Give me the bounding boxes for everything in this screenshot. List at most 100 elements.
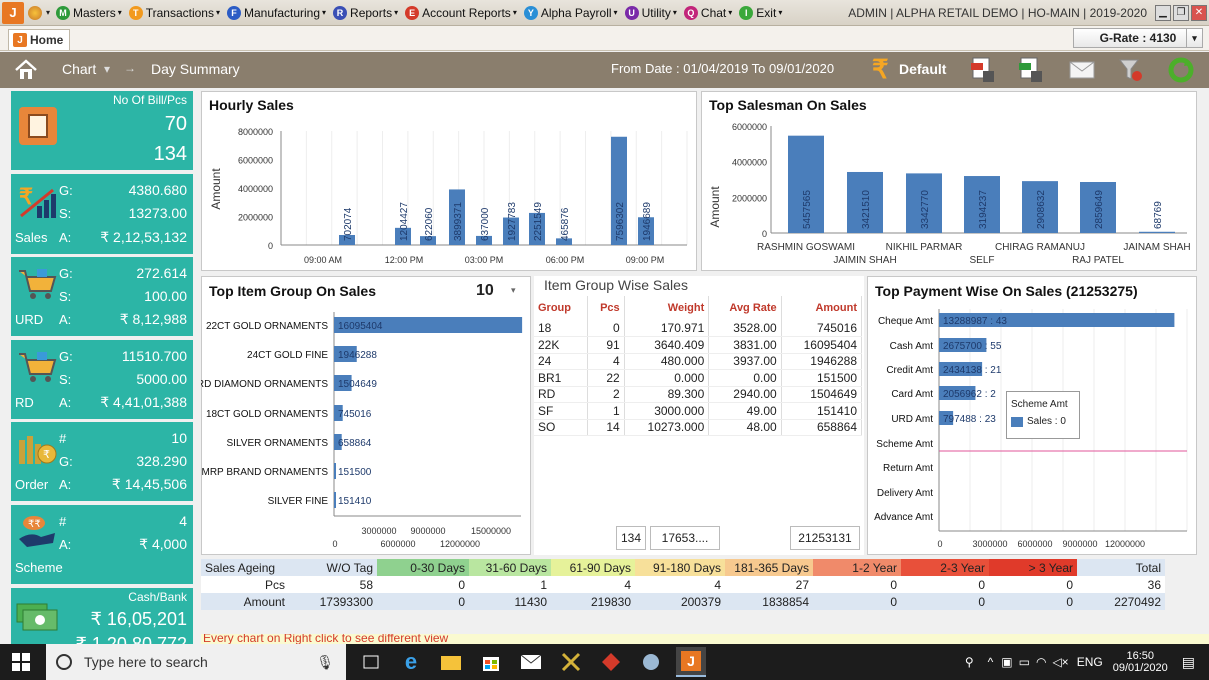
paint-app-icon[interactable] — [636, 647, 666, 677]
notification-icon[interactable]: ▤ — [1182, 654, 1195, 671]
chevron-up-icon[interactable]: ^ — [988, 655, 994, 669]
item-group-table: Group Pcs Weight Avg Rate Amount 18 0 170.971 3… — [534, 296, 863, 436]
table-row[interactable]: SO 14 10273.000 48.00 658864 — [534, 419, 863, 436]
menu-item-5[interactable]: Y Alpha Payroll ▾ — [523, 5, 618, 20]
column-header[interactable]: Weight — [624, 296, 710, 320]
microphone-icon[interactable]: 🎙 — [316, 654, 334, 671]
hourly-sales-chart[interactable]: 0 2000000 4000000 6000000 8000000 Amount 70207… — [201, 91, 697, 271]
toolbar: Chart ▾ → Day Summary From Date : 01/04/… — [0, 52, 1209, 88]
tab-home[interactable]: J Home — [8, 29, 70, 50]
minimize-button[interactable]: ▁ — [1155, 4, 1171, 21]
column-header[interactable]: Pcs — [587, 296, 625, 320]
arrow-right-icon: → — [124, 61, 136, 75]
task-view-icon[interactable] — [356, 647, 386, 677]
breadcrumb-chart[interactable]: Chart — [62, 61, 96, 77]
card-order[interactable]: ₹ # G: Order A: 10 328.290 ₹ 14,45,506 — [11, 422, 193, 501]
rupee-icon[interactable]: ₹ — [872, 54, 889, 85]
chevron-down-icon: ▾ — [778, 8, 783, 17]
ageing-header: 61-90 Days — [551, 559, 635, 576]
category-label: 18CT GOLD ORNAMENTS — [206, 409, 328, 420]
people-icon[interactable]: ⚲ — [965, 655, 974, 669]
card-urd[interactable]: G: S: URD A: 272.614 100.00 ₹ 8,12,988 — [11, 257, 193, 336]
bar[interactable] — [334, 463, 336, 479]
menu-item-0[interactable]: M Masters ▾ — [56, 5, 122, 20]
table-cell: 49.00 — [708, 402, 782, 420]
battery-icon[interactable]: ▭ — [1019, 655, 1030, 669]
label-a: A: — [59, 395, 72, 410]
top-salesman-chart[interactable]: 0 2000000 4000000 6000000 Amount 5457565 RASHM… — [701, 91, 1197, 271]
default-button[interactable]: Default — [899, 61, 946, 77]
chevron-down-icon[interactable]: ▾ — [1186, 29, 1202, 47]
category-label: SILVER ORNAMENTS — [227, 438, 329, 449]
menu-item-7[interactable]: Q Chat ▾ — [683, 5, 732, 20]
table-cell: BR1 — [534, 369, 588, 387]
card-scheme[interactable]: ₹₹ # A: Scheme 4 ₹ 4,000 — [11, 505, 193, 584]
y-axis-label: Amount — [708, 186, 722, 228]
table-row[interactable]: BR1 22 0.000 0.00 151500 — [534, 369, 863, 387]
card-rd[interactable]: G: S: RD A: 11510.700 5000.00 ₹ 4,41,01,… — [11, 340, 193, 419]
table-row[interactable]: 18 0 170.971 3528.00 745016 — [534, 320, 863, 337]
card-bills[interactable]: No Of Bill/Pcs 70 134 — [11, 91, 193, 170]
table-row[interactable]: SF 1 3000.000 49.00 151410 — [534, 402, 863, 420]
network-icon[interactable]: ▣ — [1001, 655, 1012, 669]
windows-start-icon[interactable] — [6, 647, 36, 677]
ageing-header: 31-60 Days — [469, 559, 551, 576]
table-cell: 0.000 — [624, 369, 710, 387]
card-sales[interactable]: ₹ G: S: Sales A: 4380.680 13273.00 ₹ 2,1… — [11, 174, 193, 254]
menu-item-1[interactable]: T Transactions ▾ — [128, 5, 220, 20]
g-rate-dropdown[interactable]: G-Rate : 4130 ▾ — [1073, 28, 1203, 48]
top-item-group-chart[interactable]: 22CT GOLD ORNAMENTS 16095404 24CT GOLD FIN… — [201, 276, 531, 555]
restore-button[interactable]: ❐ — [1173, 4, 1189, 21]
app-logo-icon[interactable]: J — [2, 1, 24, 24]
search-icon — [56, 654, 72, 670]
bar[interactable] — [334, 492, 336, 508]
table-row[interactable]: 22K 91 3640.409 3831.00 16095404 — [534, 336, 863, 354]
ageing-cell: 2270492 — [1114, 594, 1161, 609]
x-tick-label: RASHMIN GOSWAMI — [757, 242, 855, 253]
menu-item-2[interactable]: F Manufacturing ▾ — [226, 5, 326, 20]
alpha-app-icon[interactable]: J — [676, 647, 706, 677]
column-header[interactable]: Group — [534, 296, 588, 320]
mail-icon[interactable] — [1069, 60, 1095, 83]
pdf-icon[interactable] — [971, 57, 995, 86]
column-header[interactable]: Avg Rate — [708, 296, 782, 320]
label-a: A: — [59, 537, 72, 552]
close-button[interactable]: ✕ — [1191, 4, 1207, 21]
wifi-icon[interactable]: ◠ — [1036, 655, 1046, 669]
excel-icon[interactable] — [1019, 57, 1043, 86]
table-cell: 2 — [587, 386, 625, 403]
card-cash-bank[interactable]: Cash/Bank ₹ 16,05,201 ₹ 1,20,80,772 — [11, 588, 193, 644]
card-name: Scheme — [15, 560, 63, 575]
menu-item-3[interactable]: R Reports ▾ — [333, 5, 398, 20]
taskbar-search-box[interactable]: Type here to search 🎙 — [46, 644, 346, 680]
palette-icon[interactable] — [28, 5, 42, 20]
table-row[interactable]: RD 2 89.300 2940.00 1504649 — [534, 386, 863, 403]
column-header[interactable]: Amount — [781, 296, 863, 320]
menu-item-4[interactable]: E Account Reports ▾ — [405, 5, 517, 20]
language-indicator[interactable]: ENG — [1077, 655, 1103, 669]
speaker-icon[interactable]: ◁× — [1052, 655, 1068, 669]
home-icon[interactable] — [12, 56, 40, 84]
chevron-down-icon[interactable]: ▾ — [104, 62, 110, 76]
bar[interactable] — [1139, 231, 1175, 233]
red-app-icon[interactable] — [596, 647, 626, 677]
mail-icon[interactable] — [516, 647, 546, 677]
card-name: Order — [15, 477, 49, 492]
cart-icon — [17, 350, 57, 387]
item-group-wise-title: Item Group Wise Sales — [544, 277, 688, 293]
ageing-row: Amount 17393300 0 11430 219830 200379 1838854 0… — [201, 593, 1165, 610]
table-row[interactable]: 24 4 480.000 3937.00 1946288 — [534, 353, 863, 370]
tools-app-icon[interactable] — [556, 647, 586, 677]
menu-item-8[interactable]: I Exit ▾ — [739, 5, 783, 20]
refresh-icon[interactable] — [1168, 57, 1194, 86]
y-tick-label: 4000000 — [732, 158, 767, 168]
ageing-cell: 1838854 — [762, 594, 809, 609]
chevron-down-icon[interactable]: ▾ — [46, 8, 50, 17]
clock[interactable]: 16:50 09/01/2020 — [1113, 650, 1168, 674]
store-icon[interactable] — [476, 647, 506, 677]
filter-icon[interactable] — [1118, 57, 1144, 86]
edge-icon[interactable]: e — [396, 647, 426, 677]
bar-value-label: 68769 — [1153, 201, 1164, 229]
file-explorer-icon[interactable] — [436, 647, 466, 677]
menu-item-6[interactable]: U Utility ▾ — [624, 5, 677, 20]
